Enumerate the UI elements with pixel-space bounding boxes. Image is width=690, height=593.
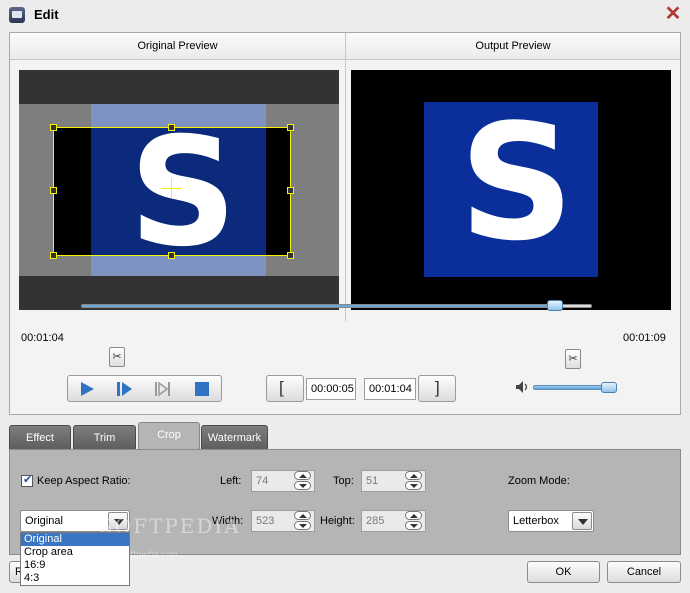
window-title: Edit (34, 7, 59, 22)
height-up-icon[interactable] (405, 511, 422, 520)
app-icon (9, 7, 25, 23)
dropdown-option-crop-area[interactable]: Crop area (21, 546, 129, 559)
top-down-icon[interactable] (405, 481, 422, 490)
top-spinner[interactable]: 51 (361, 470, 426, 492)
output-preview-header: Output Preview (346, 33, 680, 60)
width-up-icon[interactable] (294, 511, 311, 520)
left-down-icon[interactable] (294, 481, 311, 490)
zoom-mode-label: Zoom Mode: (508, 475, 570, 487)
width-value: 523 (256, 515, 275, 527)
tab-trim[interactable]: Trim (73, 425, 136, 450)
close-icon[interactable]: ✕ (664, 4, 682, 24)
height-label: Height: (320, 515, 355, 527)
aspect-dropdown-list: Original Crop area 16:9 4:3 (20, 532, 130, 586)
keep-aspect-label: Keep Aspect Ratio: (37, 475, 131, 487)
crop-handle[interactable] (287, 187, 294, 194)
height-value: 285 (366, 515, 385, 527)
crop-frame[interactable] (53, 127, 291, 256)
crop-handle[interactable] (168, 124, 175, 131)
crop-handle[interactable] (287, 124, 294, 131)
crop-handle[interactable] (50, 187, 57, 194)
trim-end-marker-icon[interactable]: ✂ (565, 349, 581, 369)
timeline-progress (82, 305, 555, 307)
original-preview-header: Original Preview (10, 33, 345, 60)
tab-crop[interactable]: Crop (138, 422, 200, 450)
next-frame-icon[interactable] (113, 379, 135, 399)
stop-icon[interactable] (191, 379, 213, 399)
top-value: 51 (366, 475, 379, 487)
timeline-slider[interactable] (81, 300, 592, 311)
volume-icon[interactable] (515, 380, 531, 394)
end-frame-icon[interactable] (152, 379, 174, 399)
play-icon[interactable] (76, 379, 98, 399)
crop-handle[interactable] (50, 124, 57, 131)
dropdown-option-original[interactable]: Original (21, 533, 129, 546)
cancel-button[interactable]: Cancel (607, 561, 681, 583)
timeline-handle[interactable] (547, 300, 563, 311)
trim-end-field[interactable]: 00:01:04 (364, 378, 416, 400)
aspect-value: Original (25, 515, 63, 527)
left-label: Left: (220, 475, 242, 487)
ok-button[interactable]: OK (527, 561, 600, 583)
height-down-icon[interactable] (405, 521, 422, 530)
width-spinner[interactable]: 523 (251, 510, 315, 532)
original-preview-video[interactable]: S (19, 70, 339, 310)
left-spinner[interactable]: 74 (251, 470, 315, 492)
zoom-mode-value: Letterbox (513, 515, 559, 527)
pane-divider (345, 33, 346, 321)
tab-watermark[interactable]: Watermark (201, 425, 268, 450)
bracket-left-icon: [ (279, 378, 284, 397)
left-value: 74 (256, 475, 269, 487)
set-end-button[interactable]: ] (418, 375, 456, 402)
total-time: 00:01:09 (623, 332, 666, 344)
width-down-icon[interactable] (294, 521, 311, 530)
crop-handle[interactable] (287, 252, 294, 259)
trim-start-field[interactable]: 00:00:05 (306, 378, 356, 400)
top-up-icon[interactable] (405, 471, 422, 480)
left-up-icon[interactable] (294, 471, 311, 480)
playback-controls (67, 375, 222, 402)
dropdown-option-16-9[interactable]: 16:9 (21, 559, 129, 572)
crop-handle[interactable] (50, 252, 57, 259)
bracket-right-icon: ] (435, 378, 440, 397)
current-time: 00:01:04 (21, 332, 64, 344)
crop-handle[interactable] (168, 252, 175, 259)
volume-handle[interactable] (601, 382, 617, 393)
tab-effect[interactable]: Effect (9, 425, 71, 450)
chevron-down-icon[interactable] (572, 512, 592, 530)
dropdown-option-4-3[interactable]: 4:3 (21, 572, 129, 585)
output-preview-video: S (351, 70, 671, 310)
top-label: Top: (333, 475, 354, 487)
trim-start-marker-icon[interactable]: ✂ (109, 347, 125, 367)
keep-aspect-checkbox[interactable] (21, 473, 33, 487)
title-bar: Edit ✕ (0, 0, 690, 30)
set-start-button[interactable]: [ (266, 375, 304, 402)
height-spinner[interactable]: 285 (361, 510, 426, 532)
video-glyph: S (459, 89, 575, 276)
edit-dialog: Edit ✕ Original Preview Output Preview S… (0, 0, 690, 593)
zoom-mode-select[interactable]: Letterbox (508, 510, 594, 532)
